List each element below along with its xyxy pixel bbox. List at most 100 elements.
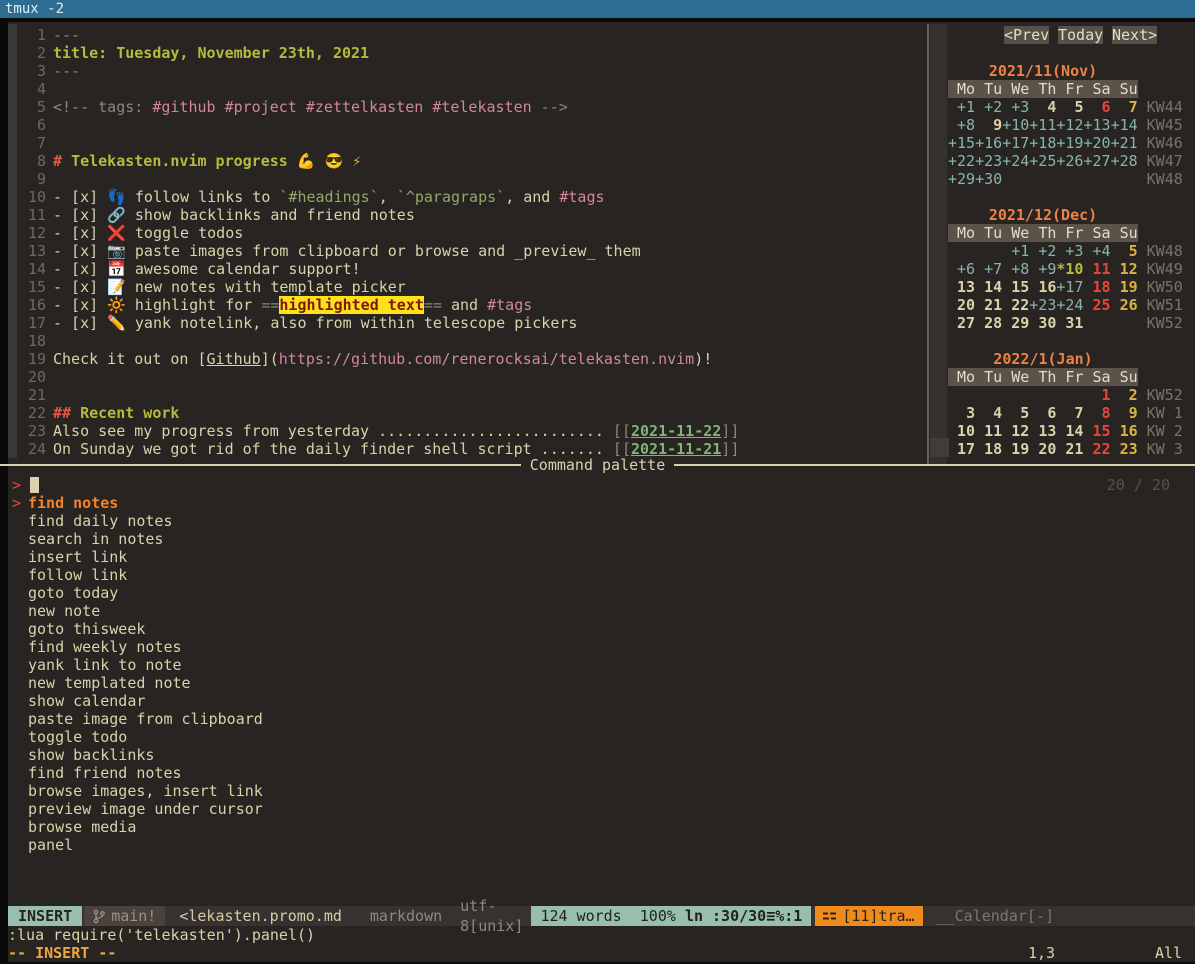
calendar-day[interactable]: 12 bbox=[1111, 260, 1138, 278]
calendar-day[interactable]: 7 bbox=[1111, 98, 1138, 116]
palette-item[interactable]: show calendar bbox=[28, 692, 263, 710]
palette-item[interactable]: new note bbox=[28, 602, 263, 620]
calendar-day[interactable]: 15 bbox=[1083, 422, 1110, 440]
editor-line[interactable]: 12- [x] ❌ toggle todos bbox=[8, 224, 928, 242]
calendar-day[interactable]: +1 bbox=[948, 98, 975, 116]
palette-item[interactable]: new templated note bbox=[28, 674, 263, 692]
editor-line[interactable]: 2title: Tuesday, November 23th, 2021 bbox=[8, 44, 928, 62]
calendar-day[interactable]: 7 bbox=[1056, 404, 1083, 422]
calendar-day[interactable]: 11 bbox=[1083, 260, 1110, 278]
calendar-day[interactable]: +1 bbox=[1002, 242, 1029, 260]
calendar-day[interactable]: 9 bbox=[975, 116, 1002, 134]
calendar-day[interactable]: 16 bbox=[1029, 278, 1056, 296]
calendar-day[interactable]: +3 bbox=[1002, 98, 1029, 116]
calendar-day[interactable]: +9 bbox=[1029, 260, 1056, 278]
editor-line[interactable]: 18 bbox=[8, 332, 928, 350]
calendar-day[interactable]: +22 bbox=[948, 152, 975, 170]
calendar-day[interactable]: +10 bbox=[1002, 116, 1029, 134]
editor-line[interactable]: 3--- bbox=[8, 62, 928, 80]
palette-item[interactable]: search in notes bbox=[28, 530, 263, 548]
calendar-day[interactable]: 2 bbox=[1111, 386, 1138, 404]
calendar-day[interactable]: +6 bbox=[948, 260, 975, 278]
calendar-day[interactable]: 5 bbox=[1056, 98, 1083, 116]
buffer-tab-segment[interactable]: [11]tra… bbox=[815, 906, 922, 926]
calendar-day[interactable]: +8 bbox=[948, 116, 975, 134]
palette-item[interactable]: toggle todo bbox=[28, 728, 263, 746]
calendar-day[interactable]: 6 bbox=[1029, 404, 1056, 422]
calendar-day[interactable]: 22 bbox=[1002, 296, 1029, 314]
calendar-day[interactable]: 5 bbox=[1111, 242, 1138, 260]
calendar-day[interactable]: 4 bbox=[1029, 98, 1056, 116]
calendar-day[interactable]: +2 bbox=[975, 98, 1002, 116]
palette-item[interactable]: paste image from clipboard bbox=[28, 710, 263, 728]
palette-item[interactable]: find daily notes bbox=[28, 512, 263, 530]
calendar-day[interactable]: +26 bbox=[1056, 152, 1083, 170]
palette-item[interactable]: follow link bbox=[28, 566, 263, 584]
calendar-nav-next-button[interactable]: Next> bbox=[1112, 26, 1157, 44]
calendar-day[interactable]: +18 bbox=[1029, 134, 1056, 152]
palette-item[interactable]: yank link to note bbox=[28, 656, 263, 674]
calendar-day[interactable]: 20 bbox=[948, 296, 975, 314]
editor-line[interactable]: 11- [x] 🔗 show backlinks and friend note… bbox=[8, 206, 928, 224]
calendar-day[interactable]: +13 bbox=[1083, 116, 1110, 134]
calendar-day[interactable]: +25 bbox=[1029, 152, 1056, 170]
editor-line[interactable]: 20 bbox=[8, 368, 928, 386]
calendar-day[interactable]: +2 bbox=[1029, 242, 1056, 260]
calendar-day[interactable]: +24 bbox=[1056, 296, 1083, 314]
palette-item[interactable]: show backlinks bbox=[28, 746, 263, 764]
calendar-day[interactable]: 30 bbox=[1029, 314, 1056, 332]
editor-line[interactable]: 17- [x] ✏️ yank notelink, also from with… bbox=[8, 314, 928, 332]
calendar-nav-today-button[interactable]: Today bbox=[1058, 26, 1103, 44]
calendar-day[interactable]: +14 bbox=[1111, 116, 1138, 134]
palette-item[interactable]: find weekly notes bbox=[28, 638, 263, 656]
calendar-day[interactable]: 14 bbox=[975, 278, 1002, 296]
editor-line[interactable]: 6 bbox=[8, 116, 928, 134]
editor-line[interactable]: 21 bbox=[8, 386, 928, 404]
editor-line[interactable]: 23Also see my progress from yesterday ..… bbox=[8, 422, 928, 440]
palette-item[interactable]: preview image under cursor bbox=[28, 800, 263, 818]
calendar-day[interactable]: 6 bbox=[1083, 98, 1110, 116]
calendar-day[interactable]: +29 bbox=[948, 170, 975, 188]
editor-line[interactable]: 13- [x] 📷 paste images from clipboard or… bbox=[8, 242, 928, 260]
calendar-day[interactable]: 28 bbox=[975, 314, 1002, 332]
palette-item[interactable]: goto thisweek bbox=[28, 620, 263, 638]
calendar-day[interactable]: +21 bbox=[1111, 134, 1138, 152]
calendar-day[interactable]: +12 bbox=[1056, 116, 1083, 134]
calendar-day[interactable]: 14 bbox=[1056, 422, 1083, 440]
calendar-day[interactable]: +3 bbox=[1056, 242, 1083, 260]
calendar-day[interactable]: +24 bbox=[1002, 152, 1029, 170]
calendar-nav-prev-button[interactable]: <Prev bbox=[1004, 26, 1049, 44]
calendar-day[interactable]: 31 bbox=[1056, 314, 1083, 332]
editor-line[interactable]: 10- [x] 👣 follow links to `#headings`, `… bbox=[8, 188, 928, 206]
calendar-day[interactable]: 15 bbox=[1002, 278, 1029, 296]
palette-item[interactable]: browse images, insert link bbox=[28, 782, 263, 800]
calendar-day[interactable]: 5 bbox=[1002, 404, 1029, 422]
calendar-day[interactable]: 13 bbox=[1029, 422, 1056, 440]
calendar-day[interactable]: 21 bbox=[975, 296, 1002, 314]
calendar-day[interactable]: 11 bbox=[975, 422, 1002, 440]
calendar-day[interactable]: 13 bbox=[948, 278, 975, 296]
calendar-day[interactable]: 26 bbox=[1111, 296, 1138, 314]
calendar-day[interactable]: 16 bbox=[1111, 422, 1138, 440]
editor-line[interactable]: 14- [x] 📅 awesome calendar support! bbox=[8, 260, 928, 278]
calendar-day[interactable]: 3 bbox=[948, 404, 975, 422]
editor-line[interactable]: 22## Recent work bbox=[8, 404, 928, 422]
calendar-day[interactable]: 27 bbox=[948, 314, 975, 332]
calendar-day[interactable]: +23 bbox=[975, 152, 1002, 170]
calendar-day[interactable]: 4 bbox=[975, 404, 1002, 422]
editor-line[interactable]: 8# Telekasten.nvim progress 💪 😎 ⚡ bbox=[8, 152, 928, 170]
editor-line[interactable]: 19Check it out on [Github](https://githu… bbox=[8, 350, 928, 368]
editor-line[interactable]: 1--- bbox=[8, 26, 928, 44]
calendar-buffer-tab[interactable]: __Calendar[-] bbox=[937, 906, 1054, 926]
calendar-day[interactable]: +19 bbox=[1056, 134, 1083, 152]
calendar-day[interactable]: +28 bbox=[1111, 152, 1138, 170]
calendar-day[interactable]: +15 bbox=[948, 134, 975, 152]
editor-line[interactable]: 16- [x] 🔆 highlight for ==highlighted te… bbox=[8, 296, 928, 314]
calendar-scrollbar-thumb[interactable] bbox=[930, 438, 949, 457]
calendar-day[interactable]: 29 bbox=[1002, 314, 1029, 332]
calendar-day[interactable]: 18 bbox=[1083, 278, 1110, 296]
calendar-day[interactable]: *10 bbox=[1056, 260, 1083, 278]
calendar-day[interactable]: +4 bbox=[1083, 242, 1110, 260]
palette-item[interactable]: browse media bbox=[28, 818, 263, 836]
calendar-day[interactable]: 9 bbox=[1111, 404, 1138, 422]
